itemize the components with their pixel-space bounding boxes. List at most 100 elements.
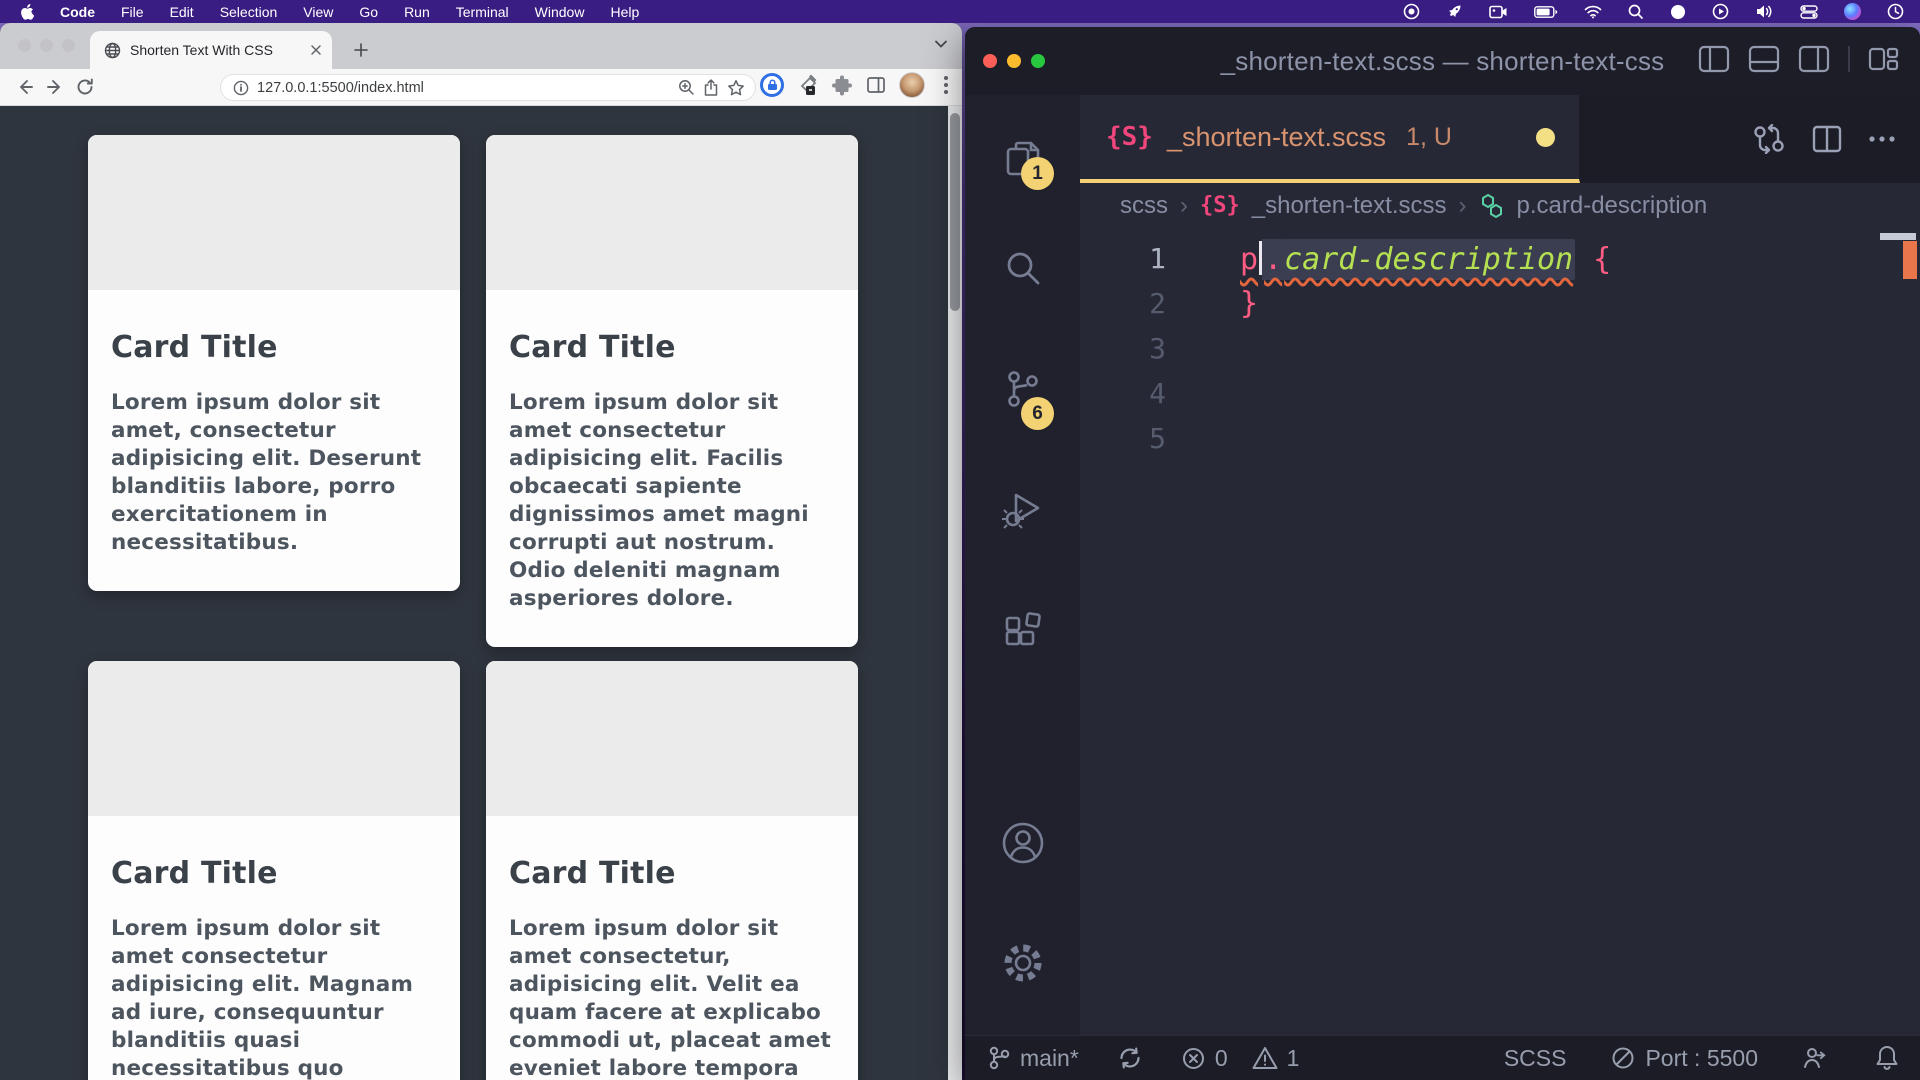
close-window-button[interactable] <box>18 39 31 52</box>
new-tab-button[interactable] <box>348 37 374 63</box>
settings-gear-icon[interactable] <box>1000 940 1046 986</box>
tab-search-chevron-icon[interactable] <box>934 39 948 49</box>
menu-edit[interactable]: Edit <box>170 4 194 20</box>
camera-icon[interactable] <box>1489 5 1508 19</box>
siri-icon[interactable] <box>1844 3 1861 20</box>
extensions-icon[interactable] <box>1001 610 1045 654</box>
line-number: 3 <box>1080 332 1190 365</box>
address-bar[interactable]: 127.0.0.1:5500/index.html <box>220 74 756 101</box>
wifi-icon[interactable] <box>1584 5 1602 19</box>
card-image-placeholder <box>486 135 858 290</box>
battery-icon[interactable] <box>1534 6 1558 18</box>
chrome-window-controls[interactable] <box>18 39 75 52</box>
zoom-page-icon[interactable] <box>678 79 695 96</box>
breadcrumb-file[interactable]: _shorten-text.scss <box>1252 192 1447 220</box>
unsaved-changes-dot[interactable] <box>1536 128 1555 147</box>
feedback-button[interactable] <box>1802 1045 1830 1071</box>
reload-button[interactable] <box>70 72 100 102</box>
minimize-window-button[interactable] <box>40 39 53 52</box>
breadcrumb-symbol[interactable]: p.card-description <box>1517 192 1708 220</box>
menu-view[interactable]: View <box>303 4 333 20</box>
code-line-2[interactable]: } <box>1240 286 1258 321</box>
volume-icon[interactable] <box>1755 4 1774 19</box>
bookmark-star-icon[interactable] <box>727 79 745 97</box>
tab-problems-git-decoration: 1, U <box>1406 123 1452 152</box>
open-brace: { <box>1575 242 1611 277</box>
accounts-icon[interactable] <box>1000 820 1046 866</box>
moon-icon[interactable] <box>1670 4 1686 20</box>
menu-selection[interactable]: Selection <box>220 4 278 20</box>
tab-title: Shorten Text With CSS <box>130 42 301 58</box>
zoom-window-button[interactable] <box>62 39 75 52</box>
code-line-1[interactable]: p.card-description { <box>1240 241 1611 277</box>
side-panel-icon[interactable] <box>866 75 886 95</box>
activity-bar: 1 6 <box>965 95 1080 1035</box>
profile-avatar[interactable] <box>899 72 925 98</box>
split-editor-icon[interactable] <box>1812 125 1842 153</box>
card: Card Title Lorem ipsum dolor sit amet co… <box>486 661 858 1080</box>
site-info-icon[interactable] <box>233 80 249 96</box>
back-button[interactable] <box>10 72 40 102</box>
browser-tab[interactable]: Shorten Text With CSS <box>90 31 332 69</box>
git-branch-status[interactable]: main* <box>987 1045 1079 1072</box>
record-icon[interactable] <box>1403 3 1420 20</box>
macos-menu-bar: Code File Edit Selection View Go Run Ter… <box>0 0 1920 23</box>
overview-ruler-cursor-mark <box>1880 233 1916 240</box>
editor-tab-bar: {S} _shorten-text.scss 1, U <box>1080 95 1920 183</box>
selector-tag: p <box>1240 242 1258 277</box>
selector-class: card-description <box>1282 239 1575 280</box>
tab-file-name: _shorten-text.scss <box>1167 122 1386 153</box>
extensions-puzzle-icon[interactable] <box>832 75 853 96</box>
customize-layout-icon[interactable] <box>1868 45 1900 73</box>
toggle-primary-sidebar-icon[interactable] <box>1698 45 1730 73</box>
editor-tab-active[interactable]: {S} _shorten-text.scss 1, U <box>1080 95 1580 183</box>
card-image-placeholder <box>88 135 460 290</box>
menu-help[interactable]: Help <box>610 4 639 20</box>
more-actions-icon[interactable] <box>1868 135 1896 143</box>
forward-button[interactable] <box>40 72 70 102</box>
share-icon[interactable] <box>703 79 719 97</box>
spotlight-icon[interactable] <box>1628 4 1644 20</box>
control-center-icon[interactable] <box>1800 5 1818 19</box>
overview-ruler-warning-mark <box>1903 241 1917 279</box>
card: Card Title Lorem ipsum dolor sit amet co… <box>88 661 460 1080</box>
sync-changes-button[interactable] <box>1117 1045 1143 1071</box>
url-text[interactable]: 127.0.0.1:5500/index.html <box>257 80 670 96</box>
menu-go[interactable]: Go <box>359 4 378 20</box>
close-window-button[interactable] <box>983 54 997 68</box>
zoom-window-button[interactable] <box>1031 54 1045 68</box>
rocket-icon[interactable] <box>1446 3 1463 20</box>
problems-status[interactable]: 0 1 <box>1181 1045 1300 1072</box>
toggle-secondary-sidebar-icon[interactable] <box>1798 45 1830 73</box>
code-editor[interactable]: 1 p.card-description { 2 } 3 4 5 <box>1080 228 1920 1035</box>
menu-app-name[interactable]: Code <box>60 4 95 20</box>
notifications-button[interactable] <box>1874 1044 1900 1072</box>
chrome-window: Shorten Text With CSS 127.0.0.1:5500/ind… <box>0 23 962 1080</box>
search-icon[interactable] <box>1001 247 1045 291</box>
language-mode[interactable]: SCSS <box>1504 1045 1567 1072</box>
menu-window[interactable]: Window <box>535 4 585 20</box>
clock-icon[interactable] <box>1887 3 1904 20</box>
line-number: 5 <box>1080 422 1190 455</box>
open-changes-icon[interactable] <box>1752 124 1786 154</box>
explorer-badge: 1 <box>1021 157 1054 190</box>
menu-terminal[interactable]: Terminal <box>456 4 509 20</box>
color-picker-extension-icon[interactable] <box>797 74 819 96</box>
branch-name: main* <box>1020 1045 1079 1072</box>
menu-run[interactable]: Run <box>404 4 430 20</box>
page-scrollbar[interactable] <box>948 106 962 1080</box>
toggle-panel-icon[interactable] <box>1748 45 1780 73</box>
minimize-window-button[interactable] <box>1007 54 1021 68</box>
sync-icon <box>1117 1045 1143 1071</box>
live-server-port[interactable]: Port : 5500 <box>1610 1045 1758 1072</box>
menu-file[interactable]: File <box>121 4 144 20</box>
vscode-window-controls[interactable] <box>983 54 1045 68</box>
close-tab-icon[interactable] <box>310 44 322 56</box>
run-debug-icon[interactable] <box>1000 487 1046 533</box>
password-manager-icon[interactable] <box>760 73 784 97</box>
breadcrumb-folder[interactable]: scss <box>1120 192 1168 220</box>
page-scrollbar-thumb[interactable] <box>950 113 960 311</box>
apple-menu-icon[interactable] <box>20 4 34 20</box>
chrome-menu-icon[interactable] <box>938 72 954 98</box>
play-circle-icon[interactable] <box>1712 3 1729 20</box>
